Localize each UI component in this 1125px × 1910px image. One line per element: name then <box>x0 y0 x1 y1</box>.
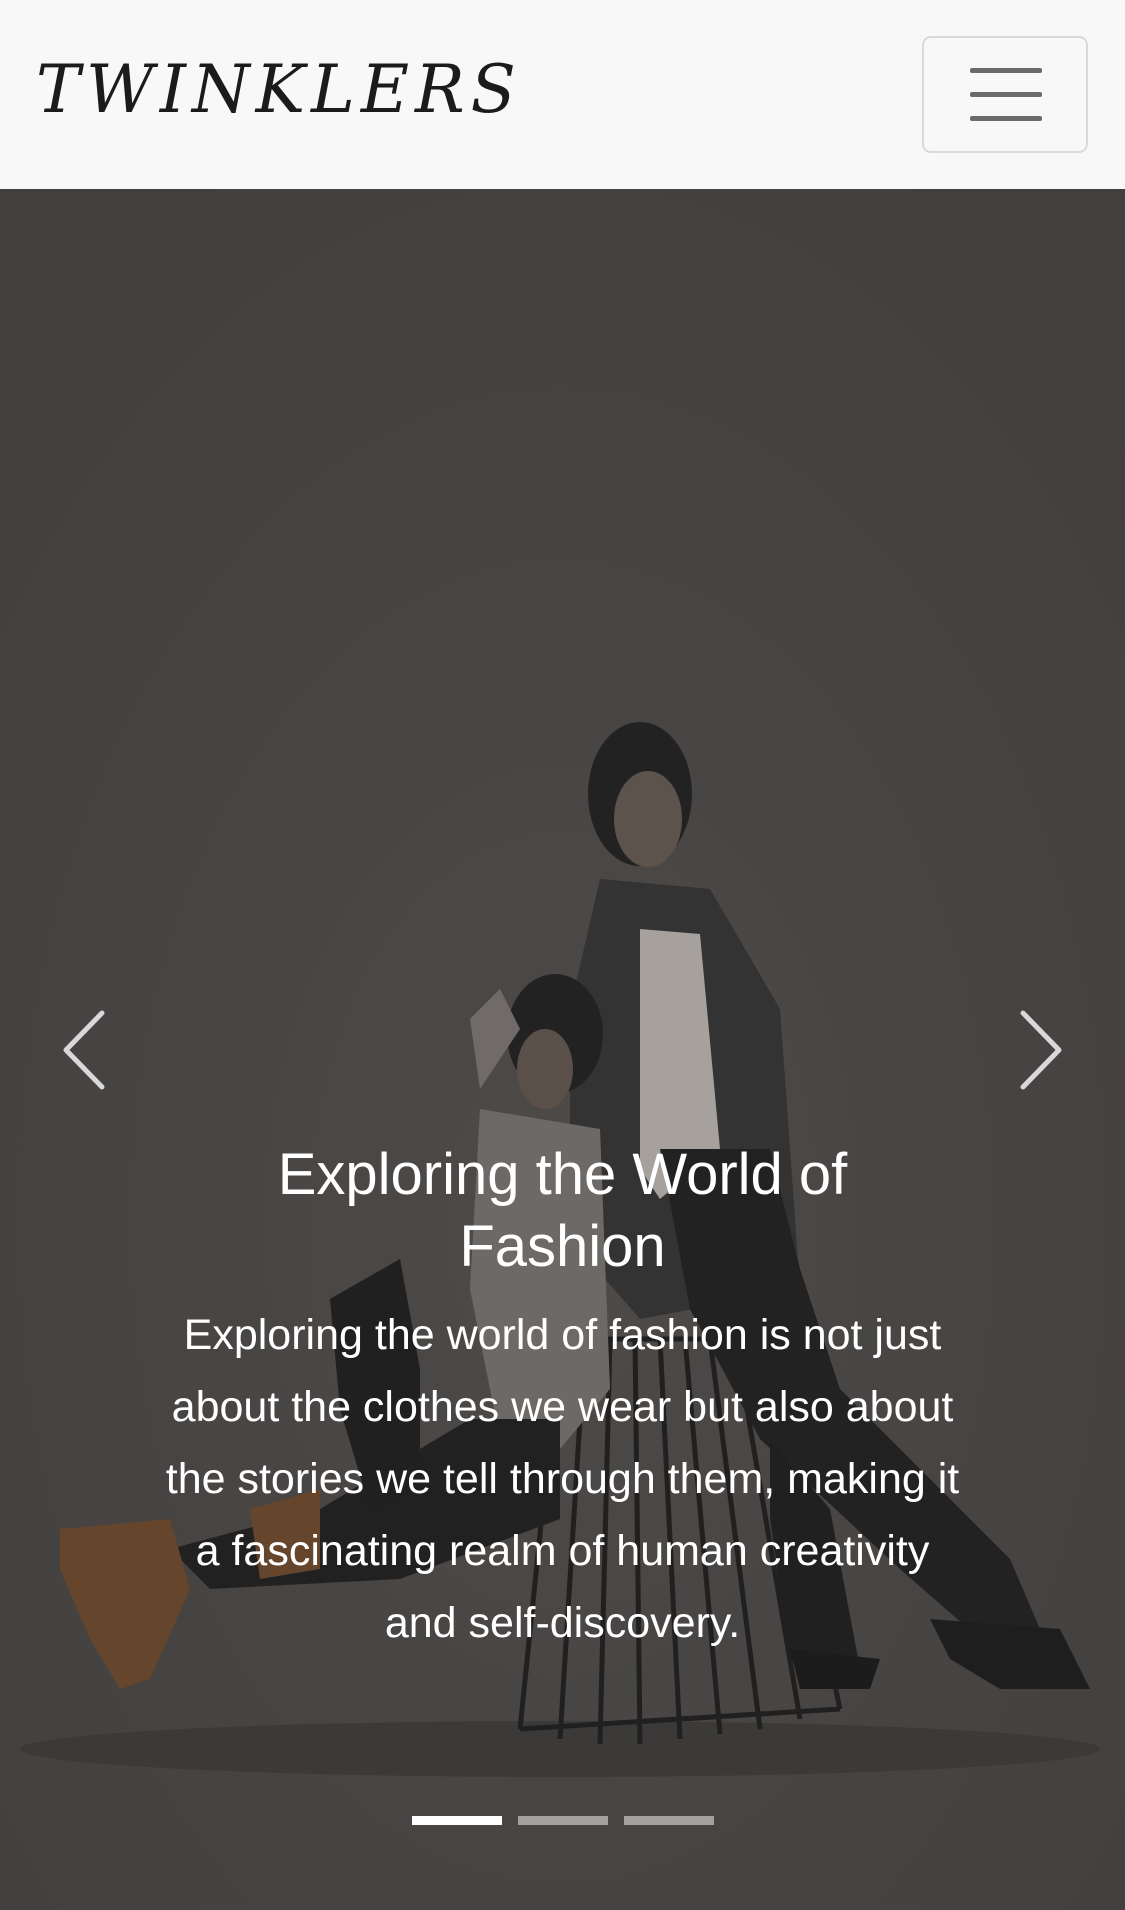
hero-carousel: Exploring the World of Fashion Exploring… <box>0 189 1125 1910</box>
carousel-indicator-1[interactable] <box>411 1816 502 1825</box>
carousel-prev-button[interactable] <box>40 1005 130 1095</box>
chevron-right-icon <box>1020 1010 1062 1090</box>
menu-toggle-button[interactable] <box>922 36 1088 153</box>
chevron-left-icon <box>63 1010 105 1090</box>
carousel-next-button[interactable] <box>995 1005 1085 1095</box>
carousel-indicators <box>0 1816 1125 1825</box>
slide-caption: Exploring the World of Fashion Exploring… <box>140 1139 985 1659</box>
brand-logo[interactable]: TWINKLERS <box>36 52 522 128</box>
carousel-indicator-3[interactable] <box>623 1816 714 1825</box>
slide-text: Exploring the world of fashion is not ju… <box>165 1311 960 1647</box>
navbar: TWINKLERS <box>0 0 1125 189</box>
carousel-indicator-2[interactable] <box>517 1816 608 1825</box>
slide-title: Exploring the World of Fashion <box>277 1142 848 1279</box>
